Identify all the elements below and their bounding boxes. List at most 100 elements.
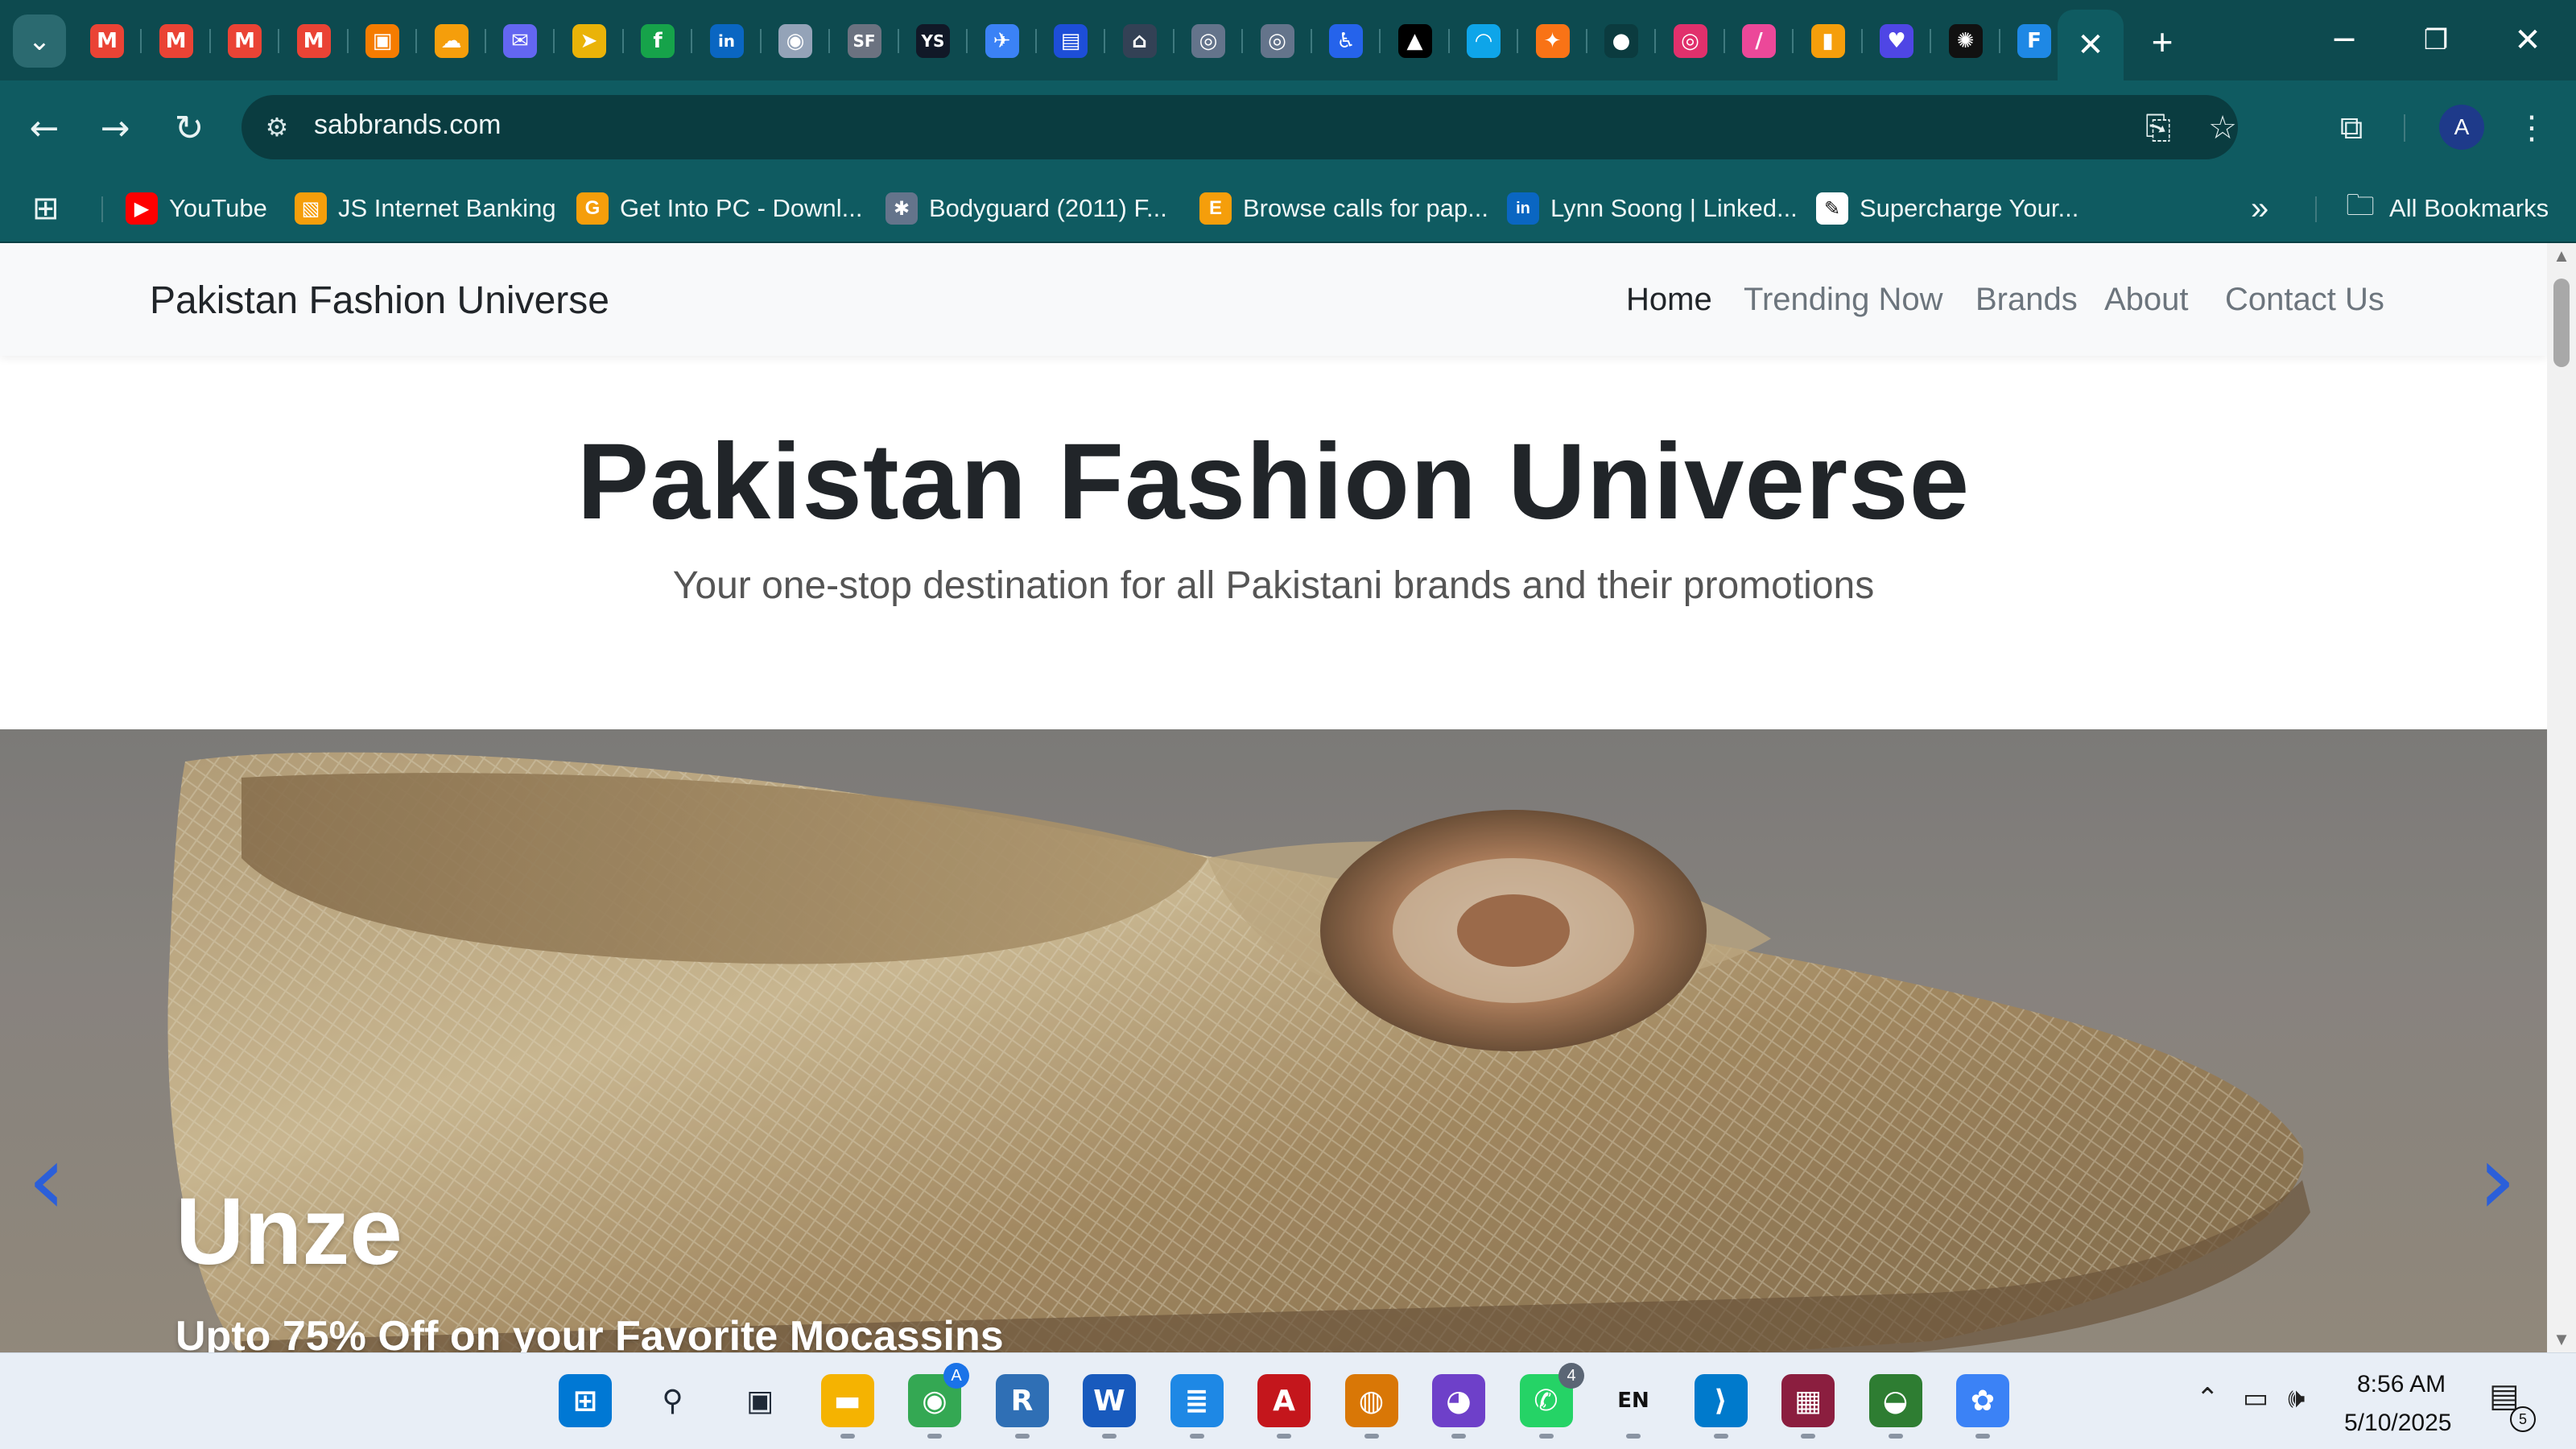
site-brand-link[interactable]: Pakistan Fashion Universe <box>150 279 609 323</box>
pinned-tab[interactable]: f <box>633 16 683 66</box>
clock-date[interactable]: 5/10/2025 <box>2344 1410 2451 1437</box>
vscode-icon[interactable]: ⟩ <box>1694 1374 1748 1427</box>
nav-trending-now[interactable]: Trending Now <box>1744 282 1943 318</box>
bookmark-item[interactable]: ✱ Bodyguard (2011) F... <box>886 188 1167 229</box>
pinned-tab[interactable]: ▲ <box>1390 16 1440 66</box>
pinned-tab[interactable]: SF <box>840 16 890 66</box>
promo-carousel: ‹ › Unze Upto 75% Off on your Favorite M… <box>0 729 2547 1352</box>
notepad-icon[interactable]: ≣ <box>1170 1374 1224 1427</box>
bookmark-item[interactable]: E Browse calls for pap... <box>1199 188 1488 229</box>
bookmark-item[interactable]: ✎ Supercharge Your... <box>1816 188 2079 229</box>
winrar-icon[interactable]: ▦ <box>1781 1374 1835 1427</box>
pinned-tab[interactable]: ∕ <box>1734 16 1784 66</box>
pinned-tab[interactable]: ◎ <box>1253 16 1302 66</box>
profile-avatar[interactable]: A <box>2439 105 2484 150</box>
pinned-tab[interactable]: ▮ <box>1803 16 1853 66</box>
tab-separator <box>278 29 279 53</box>
apps-grid-icon: ⊞ <box>32 191 60 226</box>
forward-button[interactable]: → <box>90 103 140 153</box>
show-hidden-icons-button[interactable]: ⌃ <box>2196 1382 2219 1414</box>
bookmark-item[interactable]: ▶ YouTube <box>126 188 267 229</box>
task-view-icon[interactable]: ▣ <box>733 1374 786 1427</box>
close-tab-icon[interactable]: ✕ <box>2077 27 2104 64</box>
gmail-icon: M <box>228 24 262 58</box>
volume-icon[interactable]: 🕪 <box>2288 1382 2305 1414</box>
pinned-tab[interactable]: ✺ <box>1941 16 1991 66</box>
bookmark-star-icon[interactable]: ☆ <box>2201 106 2244 150</box>
close-window-button[interactable]: ✕ <box>2496 16 2560 64</box>
battery-icon[interactable]: ▭ <box>2243 1382 2268 1414</box>
r-icon[interactable]: R <box>995 1374 1049 1427</box>
github-icon[interactable]: ◕ <box>1432 1374 1485 1427</box>
pinned-tab[interactable]: ◠ <box>1459 16 1509 66</box>
pinned-tab[interactable]: ➤ <box>564 16 614 66</box>
tab-separator <box>1723 29 1725 53</box>
carousel-next-button[interactable]: › <box>2465 1125 2529 1236</box>
file-explorer-icon[interactable]: ▬ <box>820 1374 874 1427</box>
bookmark-item[interactable]: in Lynn Soong | Linked... <box>1507 188 1798 229</box>
app-icon: f <box>641 24 675 58</box>
nav-brands[interactable]: Brands <box>1975 282 2078 318</box>
url-text[interactable]: sabbrands.com <box>314 109 501 141</box>
minimize-button[interactable]: ─ <box>2312 16 2376 64</box>
pinned-tab[interactable]: ♥ <box>1872 16 1922 66</box>
tab-separator <box>759 29 762 53</box>
site-info-icon[interactable]: ⚙ <box>259 109 295 145</box>
pinned-tab[interactable]: M <box>289 16 339 66</box>
pinned-tab[interactable]: ◉ <box>770 16 820 66</box>
pinned-tab[interactable]: ✉ <box>495 16 545 66</box>
pinned-tab[interactable]: ☁ <box>427 16 477 66</box>
restore-button[interactable]: ❐ <box>2404 16 2468 64</box>
heart-icon: ♥ <box>1880 24 1913 58</box>
scroll-down-icon[interactable]: ▼ <box>2552 1329 2571 1349</box>
pinned-tab[interactable]: ◎ <box>1183 16 1233 66</box>
pinned-tab[interactable]: ▤ <box>1046 16 1096 66</box>
app-icon[interactable]: ◍ <box>1344 1374 1398 1427</box>
paint-icon[interactable]: ✿ <box>1956 1374 2009 1427</box>
install-app-icon[interactable]: ⎘ <box>2136 106 2180 150</box>
back-button[interactable]: ← <box>19 103 69 153</box>
search-icon[interactable]: ⚲ <box>646 1374 700 1427</box>
acrobat-icon[interactable]: A <box>1257 1374 1311 1427</box>
pinned-tab[interactable]: in <box>702 16 752 66</box>
bookmark-item[interactable]: ▧ JS Internet Banking <box>295 188 556 229</box>
pinned-tab[interactable]: M <box>220 16 270 66</box>
globe-icon[interactable]: ◒ <box>1868 1374 1922 1427</box>
pinned-tab[interactable]: ▣ <box>357 16 407 66</box>
pinned-tab[interactable]: M <box>151 16 201 66</box>
all-bookmarks-button[interactable]: 🗀 All Bookmarks <box>2346 188 2549 229</box>
address-bar[interactable]: ⚙ sabbrands.com ⎘ ☆ <box>242 95 2238 159</box>
clock-time[interactable]: 8:56 AM <box>2357 1371 2446 1398</box>
pinned-tab[interactable]: ● <box>1596 16 1646 66</box>
active-tab[interactable]: ✕ <box>2058 10 2124 80</box>
pinned-tab[interactable]: YS <box>908 16 958 66</box>
tab-search-button[interactable]: ⌄ <box>13 14 66 68</box>
pinned-tab[interactable]: F <box>2009 16 2059 66</box>
apps-button[interactable]: ⊞ <box>32 188 60 229</box>
page-scrollbar[interactable]: ▲ ▼ <box>2547 243 2576 1352</box>
pinned-tab[interactable]: ◎ <box>1666 16 1715 66</box>
pinned-tab[interactable]: ✈ <box>977 16 1027 66</box>
nav-about[interactable]: About <box>2104 282 2189 318</box>
word-icon[interactable]: W <box>1083 1374 1136 1427</box>
windows-start-icon[interactable]: ⊞ <box>559 1374 612 1427</box>
nav-home[interactable]: Home <box>1626 282 1712 318</box>
nav-contact-us[interactable]: Contact Us <box>2225 282 2384 318</box>
bookmark-label: Get Into PC - Downl... <box>620 194 863 222</box>
extensions-button[interactable]: ⧉ <box>2326 103 2376 153</box>
scroll-up-icon[interactable]: ▲ <box>2552 246 2571 266</box>
pinned-tab[interactable]: ✦ <box>1528 16 1578 66</box>
menu-button[interactable]: ⋮ <box>2507 103 2557 153</box>
keyboard-icon[interactable]: EN <box>1607 1374 1660 1427</box>
tab-separator <box>140 29 142 53</box>
pinned-tab[interactable]: M <box>82 16 132 66</box>
pinned-tab[interactable]: ♿ <box>1321 16 1371 66</box>
more-bookmarks-button[interactable]: » <box>2251 188 2268 229</box>
pinned-tab[interactable]: ⌂ <box>1115 16 1165 66</box>
scrollbar-thumb[interactable] <box>2553 279 2570 367</box>
running-indicator <box>1277 1434 1291 1439</box>
reload-button[interactable]: ↻ <box>164 103 214 153</box>
carousel-prev-button[interactable]: ‹ <box>14 1125 79 1236</box>
new-tab-button[interactable]: + <box>2140 19 2185 64</box>
bookmark-item[interactable]: G Get Into PC - Downl... <box>576 188 863 229</box>
